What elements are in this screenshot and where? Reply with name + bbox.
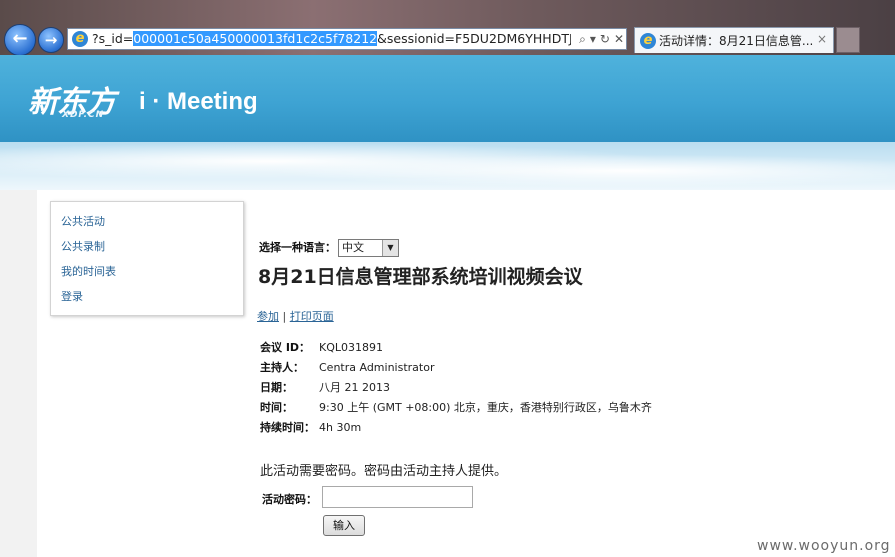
password-label: 活动密码：	[262, 493, 317, 506]
detail-label: 主持人：	[260, 361, 304, 374]
watermark: www.wooyun.org	[757, 538, 891, 554]
detail-row-host: 主持人： Centra Administrator	[260, 358, 652, 378]
tab-title: 活动详情：8月21日信息管...	[659, 34, 814, 48]
page-title: 8月21日信息管理部系统培训视频会议	[258, 266, 583, 288]
join-link[interactable]: 参加	[257, 310, 279, 323]
address-icons: ⌕ ▾ ↻ ✕	[571, 29, 624, 49]
header-sky-decoration	[0, 142, 895, 190]
address-suffix: &sessionid=F5DU2DM6YHHDTJM	[377, 31, 584, 46]
detail-label: 日期：	[260, 381, 293, 394]
site-header: 新东方 XDF.CN i · Meeting	[0, 55, 895, 142]
address-prefix: ?s_id=	[92, 31, 134, 46]
close-icon[interactable]: ×	[817, 32, 827, 46]
address-bar[interactable]: e ?s_id=000001c50a450000013fd1c2c5f78212…	[67, 28, 627, 50]
language-selected-value: 中文	[342, 241, 364, 254]
password-notice: 此活动需要密码。密码由活动主持人提供。	[260, 464, 508, 479]
sidebar-item-public-events[interactable]: 公共活动	[61, 208, 233, 233]
detail-value: Centra Administrator	[319, 361, 435, 374]
sidebar-item-my-schedule[interactable]: 我的时间表	[61, 258, 233, 283]
language-select[interactable]: 中文 ▼	[338, 239, 399, 257]
ie-tab-icon: e	[640, 33, 656, 49]
detail-row-date: 日期： 八月 21 2013	[260, 378, 652, 398]
detail-value: 9:30 上午 (GMT +08:00) 北京，重庆，香港特别行政区，乌鲁木齐	[319, 401, 652, 414]
browser-tab[interactable]: e 活动详情：8月21日信息管... ×	[634, 27, 834, 53]
forward-button[interactable]: →	[38, 27, 64, 53]
password-input[interactable]	[322, 486, 473, 508]
sidebar-item-public-recordings[interactable]: 公共录制	[61, 233, 233, 258]
detail-row-duration: 持续时间： 4h 30m	[260, 418, 652, 438]
submit-button[interactable]: 输入	[323, 515, 365, 536]
browser-chrome: ← → e ?s_id=000001c50a450000013fd1c2c5f7…	[0, 0, 895, 56]
detail-value: KQL031891	[319, 341, 383, 354]
address-selected-text: 000001c50a450000013fd1c2c5f78212	[133, 31, 378, 46]
back-button[interactable]: ←	[4, 24, 36, 56]
chevron-down-icon[interactable]: ▼	[382, 240, 398, 256]
product-name: i · Meeting	[139, 88, 258, 115]
detail-label: 持续时间：	[260, 421, 315, 434]
detail-value: 4h 30m	[319, 421, 362, 434]
new-tab-button[interactable]	[836, 27, 860, 53]
event-details: 会议 ID： KQL031891 主持人： Centra Administrator…	[260, 338, 652, 438]
detail-row-meeting-id: 会议 ID： KQL031891	[260, 338, 652, 358]
chevron-down-icon[interactable]: ▾	[590, 32, 596, 46]
detail-row-time: 时间： 9:30 上午 (GMT +08:00) 北京，重庆，香港特别行政区，乌鲁…	[260, 398, 652, 418]
logo-subtitle: XDF.CN	[62, 110, 105, 120]
action-links: 参加 | 打印页面	[257, 308, 334, 324]
sidebar-menu: 公共活动 公共录制 我的时间表 登录	[50, 201, 244, 316]
detail-label: 时间：	[260, 401, 293, 414]
detail-value: 八月 21 2013	[319, 381, 390, 394]
detail-label: 会议 ID：	[260, 341, 311, 354]
language-label: 选择一种语言：	[259, 241, 336, 254]
print-page-link[interactable]: 打印页面	[290, 310, 334, 323]
search-icon[interactable]: ⌕	[579, 32, 586, 46]
refresh-icon[interactable]: ↻	[600, 32, 610, 46]
stop-icon[interactable]: ✕	[614, 32, 624, 46]
ie-page-icon: e	[72, 31, 88, 47]
link-separator: |	[282, 310, 287, 323]
sidebar-item-login[interactable]: 登录	[61, 283, 233, 308]
